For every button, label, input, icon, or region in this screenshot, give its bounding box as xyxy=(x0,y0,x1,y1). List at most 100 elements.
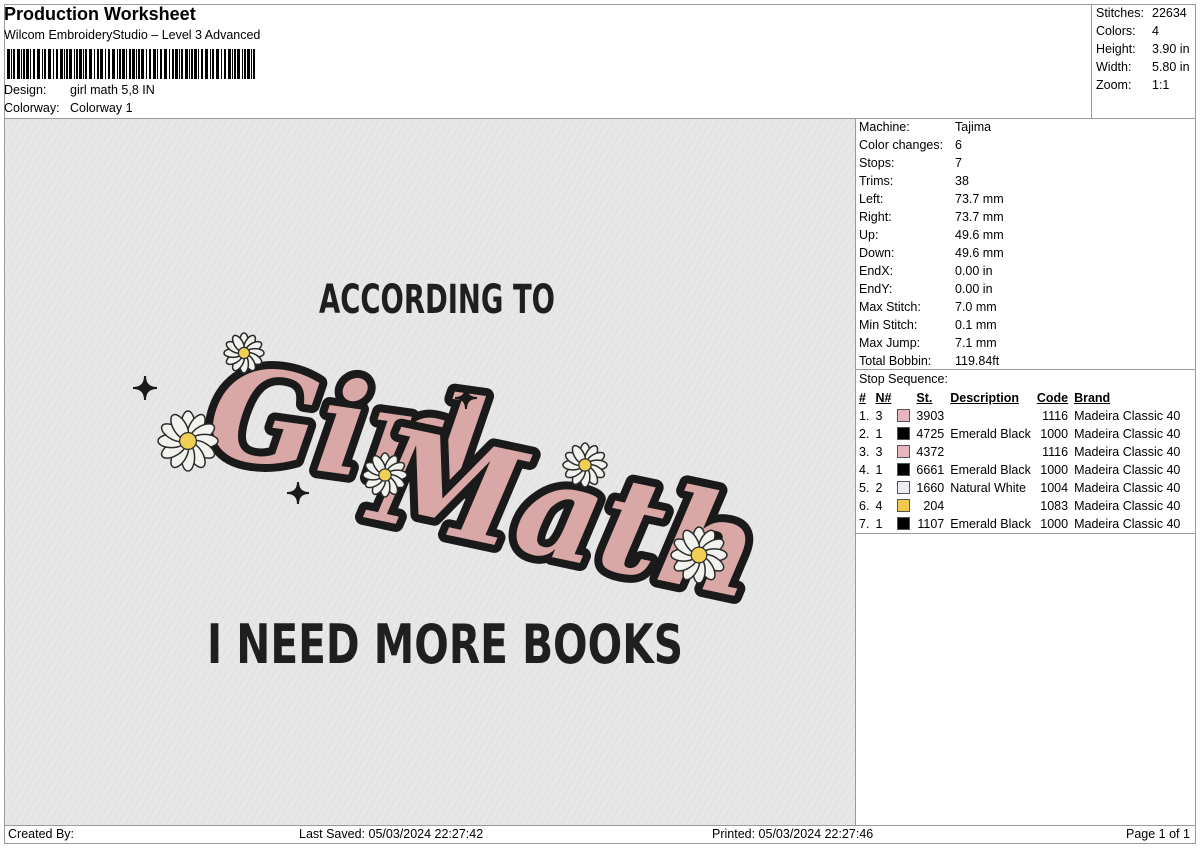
summary-value: 4 xyxy=(1152,24,1159,38)
col-brand: Brand xyxy=(1074,391,1111,405)
needle-number: 2 xyxy=(875,481,883,495)
summary-row: Width: 5.80 in xyxy=(1096,60,1190,74)
barcode-bar xyxy=(205,49,208,79)
daisy-center xyxy=(237,346,251,360)
table-row: 2. 1 4725 Emerald Black 1000 Madeira Classic … xyxy=(857,425,1184,443)
barcode-bar xyxy=(60,49,63,79)
color-swatch xyxy=(897,516,911,530)
barcode-bar xyxy=(138,49,140,79)
needle-number: 3 xyxy=(875,409,883,423)
barcode-bar xyxy=(100,49,103,79)
spec-label: Total Bobbin: xyxy=(859,354,932,368)
needle-number: 1 xyxy=(875,427,883,441)
barcode-bar xyxy=(244,49,246,79)
col-description: Description xyxy=(950,391,1019,405)
software-name: Wilcom EmbroideryStudio – Level 3 Advanc… xyxy=(4,28,261,42)
thread-brand: Madeira Classic 40 xyxy=(1074,463,1181,477)
summary-row: Colors: 4 xyxy=(1096,24,1159,38)
barcode-bar xyxy=(141,49,144,79)
created-by: Created By: xyxy=(8,827,75,841)
barcode-bar xyxy=(160,49,162,79)
spec-row: Min Stitch: 0.1 mm xyxy=(859,318,997,332)
barcode-bar xyxy=(146,49,147,79)
barcode-bar xyxy=(232,49,233,79)
col-stitches: St. xyxy=(916,391,933,405)
color-swatch xyxy=(897,462,911,476)
barcode-bar xyxy=(74,49,75,79)
needle-number: 3 xyxy=(875,445,883,459)
barcode-bar xyxy=(11,49,12,79)
spec-row: Left: 73.7 mm xyxy=(859,192,1004,206)
stitch-count: 3903 xyxy=(916,409,945,423)
daisy-center xyxy=(179,432,198,451)
barcode-bar xyxy=(153,49,156,79)
spec-label: Down: xyxy=(859,246,895,260)
barcode-image xyxy=(7,49,255,79)
spec-row: Color changes: 6 xyxy=(859,138,962,152)
thread-description: Emerald Black xyxy=(950,517,1031,531)
barcode-bar xyxy=(76,49,78,79)
barcode-bar xyxy=(112,49,115,79)
thread-code: 1116 xyxy=(1042,409,1069,423)
barcode-bar xyxy=(48,49,51,79)
color-swatch xyxy=(897,408,911,422)
stop-index: 6. xyxy=(859,499,870,513)
design-text-i-need-more-books: I NEED MORE BOOKS xyxy=(207,613,683,676)
spec-row: Machine: Tajima xyxy=(859,120,991,134)
barcode-bar xyxy=(17,49,20,79)
barcode-bar xyxy=(37,49,40,79)
spec-row: EndY: 0.00 in xyxy=(859,282,993,296)
col-code: Code xyxy=(1036,391,1069,405)
printed-date: Printed: 05/03/2024 22:27:46 xyxy=(712,827,874,841)
barcode-bar xyxy=(191,49,193,79)
table-bottom-divider xyxy=(855,533,1196,534)
spec-value: 49.6 mm xyxy=(955,228,1004,242)
barcode-bar xyxy=(42,49,43,79)
stitch-count: 1107 xyxy=(917,517,945,531)
col-n: N# xyxy=(875,391,892,405)
spec-value: 6 xyxy=(955,138,962,152)
col-swatch xyxy=(895,389,914,407)
worksheet-title: Production Worksheet xyxy=(4,4,196,24)
daisy-center xyxy=(690,546,708,564)
barcode-bar xyxy=(172,49,174,79)
summary-label: Colors: xyxy=(1096,24,1136,38)
spec-value: 38 xyxy=(955,174,969,188)
color-swatch-cell xyxy=(895,407,914,425)
barcode-bar xyxy=(157,49,158,79)
needle-number: 4 xyxy=(875,499,883,513)
design-row: Design: girl math 5,8 IN xyxy=(4,83,155,97)
barcode-bar xyxy=(212,49,214,79)
stop-index: 3. xyxy=(859,445,870,459)
barcode-bar xyxy=(105,49,106,79)
barcode-bar xyxy=(221,49,222,79)
barcode-bar xyxy=(44,49,46,79)
barcode-bar xyxy=(85,49,87,79)
thread-brand: Madeira Classic 40 xyxy=(1074,499,1181,513)
summary-row: Height: 3.90 in xyxy=(1096,42,1190,56)
spec-label: EndX: xyxy=(859,264,894,278)
spec-value: 49.6 mm xyxy=(955,246,1004,260)
thread-brand: Madeira Classic 40 xyxy=(1074,409,1181,423)
barcode-bar xyxy=(23,49,25,79)
barcode-bar xyxy=(164,49,167,79)
barcode-bar xyxy=(189,49,190,79)
barcode-bar xyxy=(83,49,84,79)
barcode-bar xyxy=(201,49,203,79)
spec-label: Color changes: xyxy=(859,138,944,152)
spec-row: Down: 49.6 mm xyxy=(859,246,1004,260)
spec-value: 7 xyxy=(955,156,962,170)
design-label: Design: xyxy=(4,83,47,97)
thread-code: 1000 xyxy=(1040,517,1069,531)
embroidery-design-preview: ACCORDING TO Girl Math I NEED MORE BOOKS xyxy=(5,119,855,825)
barcode-bar xyxy=(234,49,236,79)
barcode-bar xyxy=(228,49,231,79)
barcode-bar xyxy=(7,49,10,79)
spec-label: Left: xyxy=(859,192,884,206)
spec-row: Up: 49.6 mm xyxy=(859,228,1004,242)
barcode-bar xyxy=(108,49,110,79)
barcode-bar xyxy=(253,49,255,79)
barcode-bar xyxy=(247,49,250,79)
barcode-bar xyxy=(56,49,58,79)
spec-value: 0.00 in xyxy=(955,282,993,296)
